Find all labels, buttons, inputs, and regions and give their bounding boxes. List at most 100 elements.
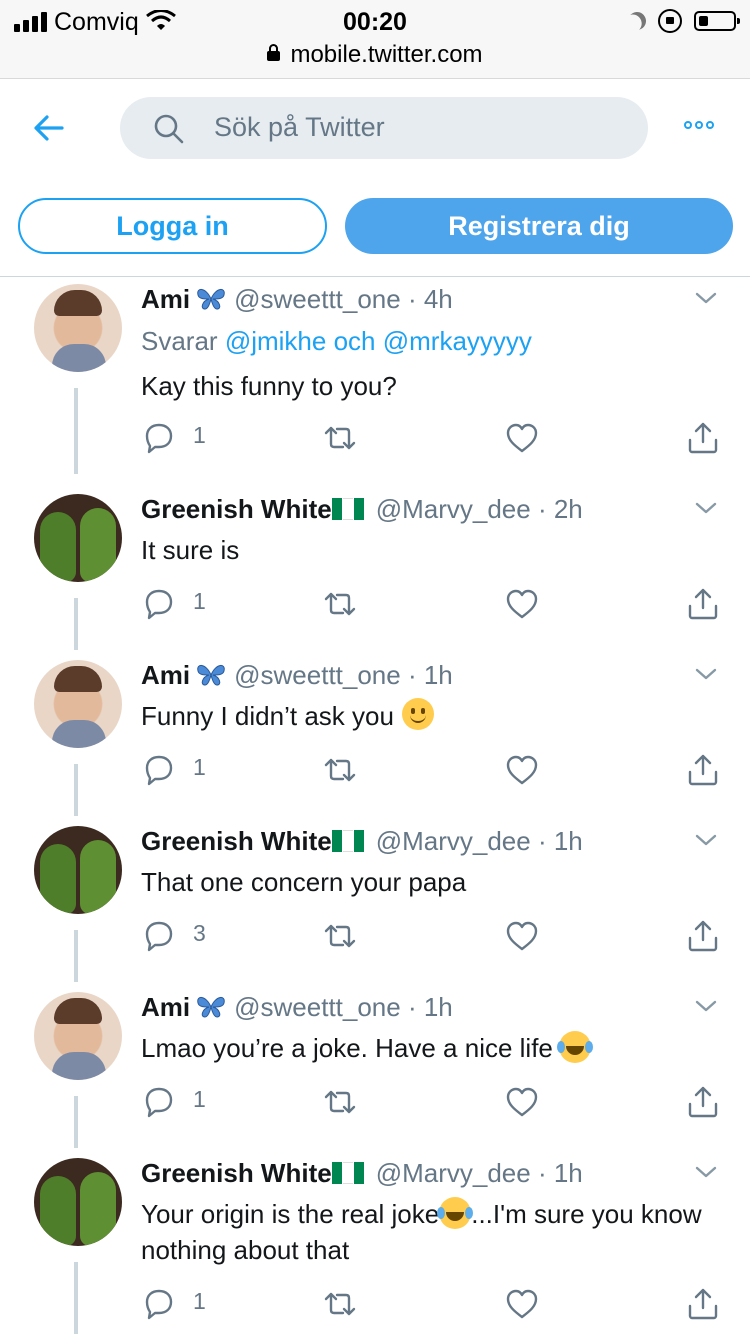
tweet-time[interactable]: 1h — [554, 826, 583, 856]
like-icon[interactable] — [504, 420, 540, 456]
separator-dot: · — [400, 992, 424, 1022]
chevron-down-icon[interactable] — [694, 1160, 718, 1184]
butterfly-emoji-icon — [197, 289, 225, 310]
share-icon[interactable] — [685, 752, 721, 788]
reply-count: 1 — [193, 754, 206, 780]
replying-to-label: Svarar — [141, 326, 218, 356]
retweet-icon[interactable] — [322, 1286, 358, 1322]
nigeria-flag-icon — [331, 498, 364, 520]
reply-button[interactable]: 1 — [141, 1084, 206, 1120]
like-icon[interactable] — [504, 586, 540, 622]
tears-of-joy-emoji-icon — [437, 1197, 472, 1229]
status-bar: Comviq 00:20 mobile.twitter.com — [0, 0, 750, 79]
display-name[interactable]: Greenish White — [141, 826, 332, 856]
share-icon[interactable] — [685, 918, 721, 954]
thread-line — [74, 388, 78, 474]
like-icon[interactable] — [504, 1286, 540, 1322]
like-icon[interactable] — [504, 752, 540, 788]
retweet-icon[interactable] — [322, 918, 358, 954]
share-icon[interactable] — [685, 420, 721, 456]
chevron-down-icon[interactable] — [694, 286, 718, 310]
avatar[interactable] — [34, 1158, 122, 1246]
reply-count: 1 — [193, 1288, 206, 1314]
avatar[interactable] — [34, 992, 122, 1080]
tweet-time[interactable]: 4h — [424, 284, 453, 314]
retweet-icon[interactable] — [322, 420, 358, 456]
avatar[interactable] — [34, 494, 122, 582]
tweet-handle[interactable]: @Marvy_dee — [376, 494, 531, 524]
thread-line — [74, 930, 78, 982]
retweet-icon[interactable] — [322, 1084, 358, 1120]
url-text: mobile.twitter.com — [290, 41, 483, 68]
tweet-text: That one concern your papa — [141, 867, 467, 897]
tweet-handle[interactable]: @sweettt_one — [234, 284, 401, 314]
tweet-actions: 1 — [141, 420, 721, 456]
thread-line — [74, 1262, 78, 1334]
reply-count: 1 — [193, 422, 206, 448]
more-icon[interactable] — [684, 121, 714, 129]
tweet-time[interactable]: 1h — [424, 992, 453, 1022]
reply-button[interactable]: 3 — [141, 918, 206, 954]
reply-button[interactable]: 1 — [141, 420, 206, 456]
tweet-handle[interactable]: @sweettt_one — [234, 660, 401, 690]
like-icon[interactable] — [504, 918, 540, 954]
slightly-smiling-face-emoji-icon — [401, 698, 434, 730]
arrow-left-icon[interactable] — [32, 111, 66, 145]
reply-button[interactable]: 1 — [141, 1286, 206, 1322]
chevron-down-icon[interactable] — [694, 662, 718, 686]
display-name[interactable]: Greenish White — [141, 1158, 332, 1188]
search-icon — [154, 114, 184, 144]
search-input[interactable]: Sök på Twitter — [120, 97, 648, 159]
tweet-actions: 1 — [141, 752, 721, 788]
share-icon[interactable] — [685, 586, 721, 622]
like-icon[interactable] — [504, 1084, 540, 1120]
avatar[interactable] — [34, 284, 122, 372]
reply-icon — [145, 589, 173, 620]
chevron-down-icon[interactable] — [694, 496, 718, 520]
retweet-icon[interactable] — [322, 752, 358, 788]
reply-icon — [145, 921, 173, 952]
tweet-text-content: Funny I didn’t ask you — [141, 701, 394, 731]
display-name[interactable]: Ami — [141, 660, 190, 690]
separator-dot: · — [400, 660, 424, 690]
login-button[interactable]: Logga in — [18, 198, 327, 254]
thread-line — [74, 1096, 78, 1148]
reply-button[interactable]: 1 — [141, 752, 206, 788]
display-name[interactable]: Greenish White — [141, 494, 332, 524]
chevron-down-icon[interactable] — [694, 828, 718, 852]
reply-count: 1 — [193, 588, 206, 614]
tweet-time[interactable]: 1h — [424, 660, 453, 690]
tweet-text: Funny I didn’t ask you — [141, 698, 721, 734]
tweet-handle[interactable]: @sweettt_one — [234, 992, 401, 1022]
reply-icon — [145, 1087, 173, 1118]
tweet-handle[interactable]: @Marvy_dee — [376, 826, 531, 856]
address-bar[interactable]: mobile.twitter.com — [0, 41, 750, 69]
tweet-actions: 1 — [141, 1286, 721, 1322]
tweet-time[interactable]: 2h — [554, 494, 583, 524]
separator-dot: · — [400, 284, 424, 314]
avatar[interactable] — [34, 826, 122, 914]
rotation-lock-icon — [658, 9, 682, 33]
display-name[interactable]: Ami — [141, 284, 190, 314]
mention-link[interactable]: @jmikhe — [225, 326, 327, 356]
avatar[interactable] — [34, 660, 122, 748]
display-name[interactable]: Ami — [141, 992, 190, 1022]
reply-count: 3 — [193, 920, 206, 946]
nigeria-flag-icon — [331, 830, 364, 852]
share-icon[interactable] — [685, 1084, 721, 1120]
tweet-handle[interactable]: @Marvy_dee — [376, 1158, 531, 1188]
reply-icon — [145, 755, 173, 786]
retweet-icon[interactable] — [322, 586, 358, 622]
reply-button[interactable]: 1 — [141, 586, 206, 622]
top-nav: Sök på Twitter — [0, 79, 750, 179]
replying-to: Svarar @jmikhe och @mrkayyyyy — [141, 326, 532, 357]
mention-link[interactable]: @mrkayyyyy — [383, 326, 532, 356]
chevron-down-icon[interactable] — [694, 994, 718, 1018]
tweet-text-content: Your origin is the real joke — [141, 1199, 440, 1229]
tweet-time[interactable]: 1h — [554, 1158, 583, 1188]
share-icon[interactable] — [685, 1286, 721, 1322]
separator-dot: · — [530, 494, 554, 524]
signup-button[interactable]: Registrera dig — [345, 198, 733, 254]
replying-to-and: och — [333, 326, 376, 356]
nigeria-flag-icon — [331, 1162, 364, 1184]
